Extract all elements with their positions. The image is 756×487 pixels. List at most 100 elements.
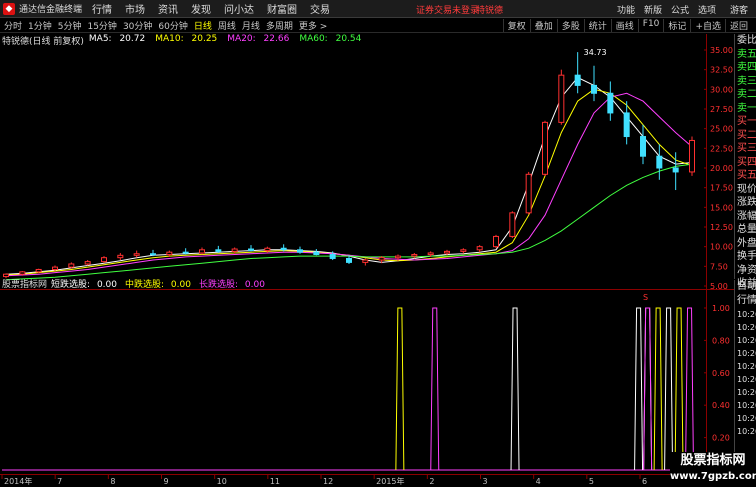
- indicator-tick-label: 0.40: [712, 401, 730, 410]
- date-tick-label: 9: [164, 477, 169, 486]
- side-item: 涨跌: [737, 197, 756, 208]
- ma-line-ma10: [5, 88, 693, 276]
- candle-body: [297, 249, 303, 253]
- candle-body: [689, 139, 695, 173]
- date-axis: 2014年 7 8 9 10 11 12 2015年 2 3 4 5 6: [1, 475, 647, 486]
- price-tick-label: 20.00: [710, 164, 733, 173]
- tick-time: 10:26: [737, 323, 756, 332]
- candle-body: [525, 173, 532, 214]
- watermark-logo-text: 股票指标网: [680, 453, 746, 468]
- candle-body: [444, 250, 450, 254]
- candle-body: [427, 252, 434, 256]
- long-drop-value: 0.00: [244, 280, 265, 290]
- candle-body: [166, 251, 173, 256]
- mid-drop-signal: [395, 307, 405, 471]
- quote-side-panel: 委比 卖五 卖四 卖三 卖二 卖一 买一 买二 买三 买四 买五 现价 涨跌 涨…: [734, 34, 756, 289]
- candle-body: [52, 266, 58, 270]
- indicator-legend: 股票指标网 短跌选股: 0.00 中跌选股: 0.00 长跌选股: 0.00: [2, 277, 273, 290]
- side-item: 卖五: [737, 48, 756, 60]
- side-item: 买一: [737, 116, 756, 127]
- candle-body: [623, 112, 630, 138]
- indicator-panel: 1.00 0.80 0.60 0.40 0.20: [2, 304, 730, 471]
- candle-body: [362, 259, 369, 263]
- candle-body: [574, 74, 581, 86]
- side-item: 买三: [737, 143, 756, 154]
- candle-body: [329, 254, 336, 259]
- candle-body: [378, 257, 385, 261]
- side-item: 现价: [737, 183, 756, 195]
- short-drop-signal: [664, 307, 674, 471]
- side-item: 卖一: [737, 102, 756, 114]
- date-tick-label: 7: [57, 477, 62, 486]
- candle-body: [395, 255, 401, 259]
- candle-body: [101, 257, 107, 263]
- tick-time: 10:26: [737, 362, 756, 371]
- candle-body: [199, 249, 205, 254]
- tick-time: 10:26: [737, 349, 756, 358]
- candle-body: [591, 84, 597, 94]
- tick-time: 10:26: [737, 427, 756, 436]
- candle-body: [117, 254, 124, 259]
- kline-chart[interactable]: 35.0032.5030.0027.5025.0022.5020.0017.50…: [0, 0, 734, 487]
- candle-body: [411, 254, 418, 257]
- date-tick-label: 3: [483, 477, 488, 486]
- candle-body: [346, 257, 352, 263]
- side-item: 买四: [737, 156, 756, 168]
- long-drop-signal: [685, 307, 695, 471]
- candle-body: [68, 263, 75, 268]
- candle-body: [248, 248, 254, 252]
- candle-body: [280, 247, 287, 251]
- mid-drop-label: 中跌选股:: [124, 280, 165, 290]
- candle-body: [656, 155, 663, 169]
- watermark-url: www.7gpzb.com: [670, 471, 756, 482]
- indicator-tick-label: 1.00: [712, 304, 730, 313]
- long-drop-label: 长跌选股:: [198, 280, 238, 290]
- mid-drop-signal: [653, 307, 663, 471]
- date-tick-label: 11: [270, 477, 280, 486]
- date-tick-label: 6: [642, 477, 647, 486]
- candle-body: [607, 92, 614, 114]
- side-item: 涨幅: [737, 210, 756, 222]
- short-drop-value: 0.00: [96, 280, 117, 290]
- auto-tick-label[interactable]: 自动: [735, 280, 756, 294]
- tick-time: 10:26: [737, 336, 756, 345]
- ma-line-ma5: [5, 76, 693, 275]
- candle-body: [215, 249, 222, 252]
- date-tick-label: 8: [110, 477, 115, 486]
- price-axis: 35.00 32.50 30.00 27.50 25.00 22.50 20.00 17.50…: [704, 46, 733, 291]
- price-tick-label: 5.00: [710, 282, 728, 291]
- price-tick-label: 27.50: [710, 105, 733, 114]
- ma-line-ma20: [5, 92, 693, 277]
- side-item: 委比: [737, 35, 756, 46]
- price-tick-label: 30.00: [710, 85, 733, 94]
- long-drop-signal: [430, 307, 440, 471]
- candle-body: [558, 74, 565, 123]
- site-watermark: 股票指标网 www.7gpzb.com: [670, 452, 756, 487]
- tick-time: 10:26: [737, 401, 756, 410]
- indicator-tick-label: 0.80: [712, 336, 730, 345]
- candle-body: [460, 249, 467, 252]
- date-tick-label: 2015年: [376, 476, 404, 486]
- date-tick-label: 2014年: [4, 476, 32, 486]
- mid-drop-legend: 中跌选股: 0.00: [124, 277, 195, 290]
- indicator-tick-label: 0.60: [712, 369, 730, 378]
- price-tick-label: 32.50: [710, 66, 733, 75]
- candle-body: [476, 246, 483, 251]
- tick-time: 10:26: [737, 414, 756, 423]
- indicator-name[interactable]: 股票指标网: [2, 277, 47, 290]
- side-item: 外盘: [737, 237, 756, 249]
- side-item: 换手: [737, 251, 756, 262]
- candle-body: [509, 212, 516, 237]
- sell-marker: S: [643, 293, 648, 302]
- side-item: 卖二: [737, 89, 756, 100]
- candle-body: [19, 271, 26, 275]
- candle-body: [133, 253, 140, 256]
- long-drop-legend: 长跌选股: 0.00: [198, 277, 269, 290]
- peak-price-label: 34.73: [584, 48, 607, 57]
- date-tick-label: 5: [589, 477, 594, 486]
- candle-body: [542, 121, 548, 175]
- date-tick-label: 12: [323, 477, 333, 486]
- auto-tick-label[interactable]: 行情: [735, 294, 756, 308]
- candle-body: [182, 251, 189, 254]
- price-tick-label: 22.50: [710, 144, 733, 153]
